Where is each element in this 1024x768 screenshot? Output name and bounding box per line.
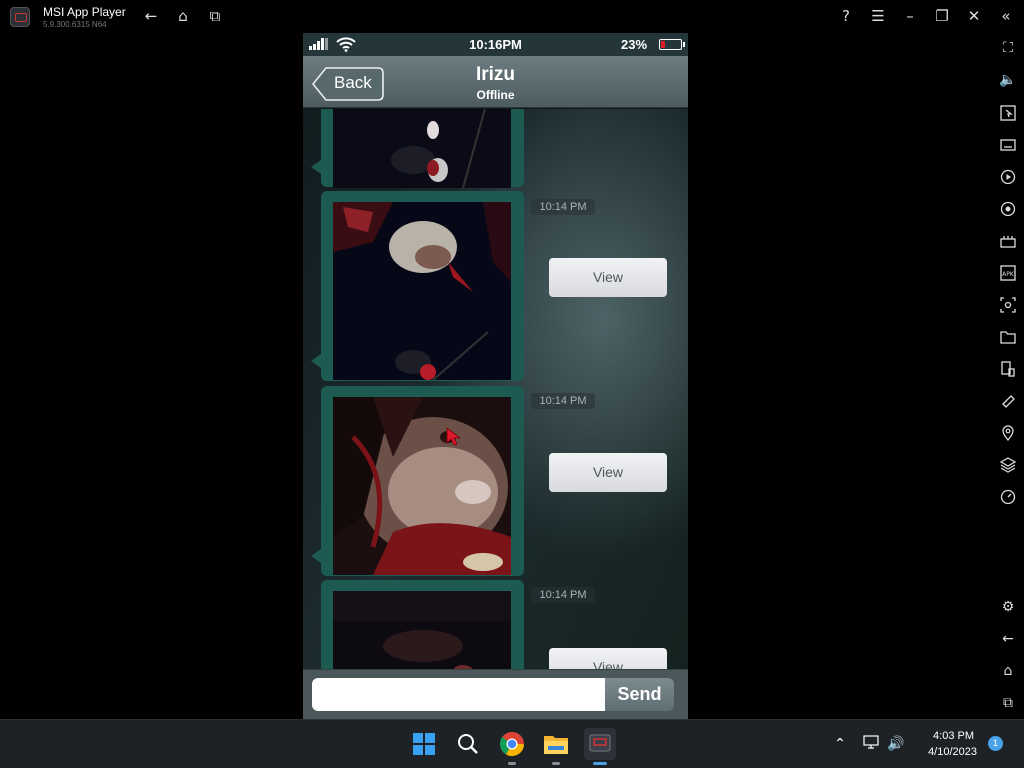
running-indicator xyxy=(508,762,516,765)
screen-record-icon[interactable] xyxy=(998,199,1018,219)
notification-badge[interactable]: 1 xyxy=(988,736,1003,751)
minimize-icon[interactable]: – xyxy=(900,6,920,26)
running-indicator xyxy=(552,762,560,765)
network-icon[interactable] xyxy=(862,734,882,754)
performance-icon[interactable] xyxy=(998,487,1018,507)
app-title: MSI App Player xyxy=(43,5,126,19)
game-controls-icon[interactable] xyxy=(998,231,1018,251)
windows-taskbar: ⌃ 🔊 4:03 PM 4/10/2023 1 xyxy=(0,719,1024,768)
message-timestamp: 10:14 PM xyxy=(531,393,595,409)
close-icon[interactable]: ✕ xyxy=(964,6,984,26)
volume-icon[interactable]: 🔈 xyxy=(998,70,1018,90)
phone-status-bar: 10:16PM 23% xyxy=(303,33,688,56)
battery-percent: 23% xyxy=(621,37,648,52)
composer-bar: Send xyxy=(303,669,688,719)
chevron-up-icon[interactable]: ⌃ xyxy=(830,734,850,754)
view-button[interactable]: View xyxy=(549,453,667,492)
contact-name: Irizu xyxy=(475,64,516,85)
message-timestamp: 10:14 PM xyxy=(531,199,595,215)
android-back-icon[interactable]: ← xyxy=(998,629,1018,649)
install-apk-icon[interactable]: APK xyxy=(998,263,1018,283)
emulator-title-bar: MSI App Player 5.9.300.6315 N64 ← ⌂ ⧉ ? … xyxy=(0,0,1024,33)
chrome-icon[interactable] xyxy=(496,728,528,765)
message-input[interactable] xyxy=(312,678,605,711)
send-button[interactable]: Send xyxy=(605,678,674,711)
macro-record-icon[interactable] xyxy=(998,167,1018,187)
keyboard-icon[interactable] xyxy=(998,135,1018,155)
home-icon[interactable]: ⌂ xyxy=(173,6,193,26)
active-indicator xyxy=(593,762,607,765)
msi-app-player-taskbar-icon[interactable] xyxy=(584,728,616,765)
layers-icon[interactable] xyxy=(998,455,1018,475)
file-explorer-icon[interactable] xyxy=(540,728,572,765)
battery-icon xyxy=(659,39,685,50)
message-photo[interactable] xyxy=(333,202,511,380)
image-message[interactable] xyxy=(321,580,524,669)
svg-text:APK: APK xyxy=(1002,271,1015,278)
pointer-mode-icon[interactable] xyxy=(998,103,1018,123)
multi-window-icon[interactable]: ⧉ xyxy=(205,6,225,26)
location-icon[interactable] xyxy=(998,423,1018,443)
app-version: 5.9.300.6315 N64 xyxy=(43,20,107,29)
collapse-sidebar-icon[interactable]: « xyxy=(996,6,1016,26)
message-photo[interactable] xyxy=(333,591,511,669)
message-list[interactable]: 10:14 PM 10:14 PM View 10:14 PM View Vie… xyxy=(303,109,688,669)
fullscreen-icon[interactable]: ⛶ xyxy=(998,38,1018,58)
message-photo[interactable] xyxy=(333,109,511,188)
image-message[interactable] xyxy=(311,386,524,576)
message-timestamp: 10:14 PM xyxy=(531,587,595,603)
screenshot-icon[interactable] xyxy=(998,295,1018,315)
android-recents-icon[interactable]: ⧉ xyxy=(998,693,1018,713)
clock-time[interactable]: 4:03 PM xyxy=(930,730,974,742)
multi-instance-icon[interactable] xyxy=(998,359,1018,379)
view-button[interactable]: View xyxy=(549,648,667,669)
message-photo[interactable] xyxy=(333,397,511,575)
maximize-icon[interactable]: ❐ xyxy=(932,6,952,26)
folder-icon[interactable] xyxy=(998,327,1018,347)
android-home-icon[interactable]: ⌂ xyxy=(998,661,1018,681)
chat-header: Back Irizu Offline xyxy=(303,56,688,108)
back-arrow-icon[interactable]: ← xyxy=(141,6,161,26)
app-logo-icon xyxy=(10,7,30,27)
image-message[interactable] xyxy=(311,109,524,188)
image-message[interactable] xyxy=(311,191,524,381)
help-icon[interactable]: ? xyxy=(836,6,856,26)
speaker-icon[interactable]: 🔊 xyxy=(886,734,906,754)
search-icon[interactable] xyxy=(452,728,484,760)
emulator-sidebar: ⛶ 🔈 APK ⚙ ← ⌂ ⧉ xyxy=(992,33,1024,719)
view-button[interactable]: View xyxy=(549,258,667,297)
phone-screen: 10:16PM 23% Back Irizu Offline 10:14 PM … xyxy=(303,33,688,719)
windows-start-icon[interactable] xyxy=(408,728,440,760)
contact-status: Offline xyxy=(476,88,515,102)
mouse-cursor-icon xyxy=(446,427,462,446)
clock-date[interactable]: 4/10/2023 xyxy=(917,746,977,758)
settings-icon[interactable]: ⚙ xyxy=(998,597,1018,617)
menu-icon[interactable]: ☰ xyxy=(868,6,888,26)
rotate-icon[interactable] xyxy=(998,391,1018,411)
